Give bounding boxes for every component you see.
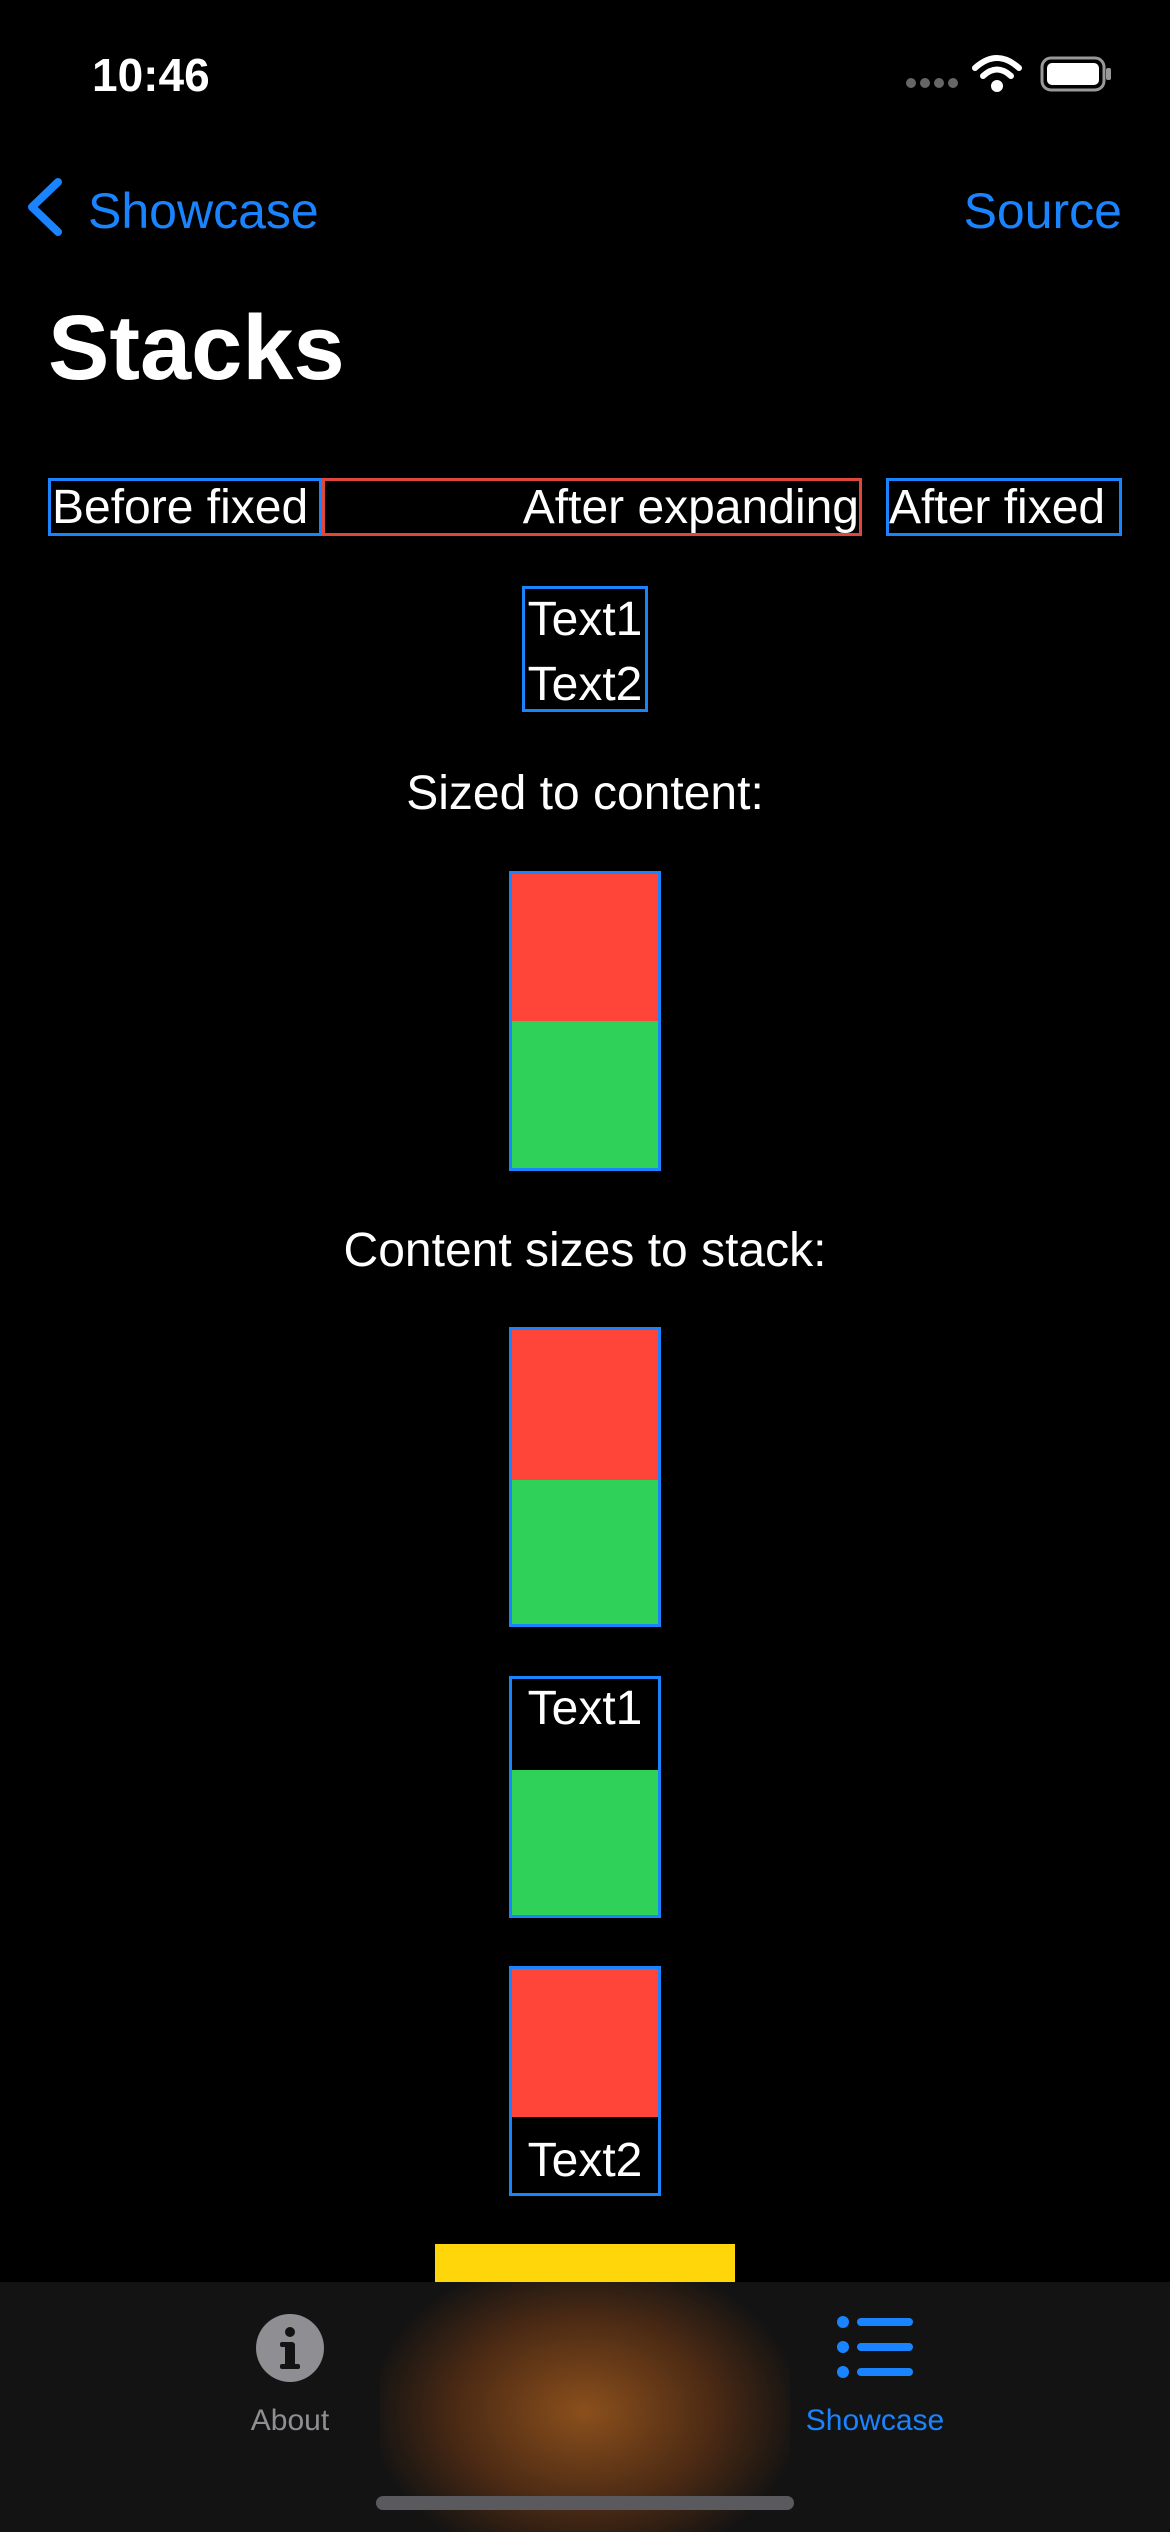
green-block	[512, 1021, 658, 1168]
content-sizes-to-stack-label: Content sizes to stack:	[343, 1224, 827, 1277]
green-block	[512, 1480, 658, 1624]
text1-label: Text1	[527, 593, 643, 646]
info-icon	[254, 2312, 326, 2384]
back-button[interactable]: Showcase	[24, 172, 344, 242]
text2-label: Text2	[527, 658, 643, 711]
red-block	[512, 874, 658, 1021]
after-fixed-text: After fixed	[886, 478, 1122, 536]
text1-label: Text1	[527, 1682, 643, 1735]
list-icon	[837, 2314, 913, 2380]
tab-about-label: About	[250, 2404, 330, 2437]
tab-showcase[interactable]: Showcase	[775, 2292, 975, 2442]
red-over-text-stack: Text2	[509, 1966, 661, 2196]
sized-to-content-stack	[509, 871, 661, 1171]
text-vstack: Text1 Text2	[522, 586, 648, 712]
sized-to-content-label: Sized to content:	[406, 767, 764, 820]
red-block	[512, 1969, 658, 2117]
content-sizes-stack	[509, 1327, 661, 1627]
home-indicator	[376, 2496, 794, 2510]
cellular-signal-icon	[905, 76, 961, 90]
after-expanding-text: After expanding	[322, 478, 862, 536]
chevron-left-icon	[24, 178, 64, 236]
tab-about[interactable]: About	[190, 2292, 390, 2442]
status-time: 10:46	[92, 49, 210, 101]
text-over-green-stack: Text1	[509, 1676, 661, 1918]
status-bar: 10:46	[0, 0, 1170, 140]
green-block	[512, 1770, 658, 1915]
battery-icon	[1040, 56, 1112, 92]
wifi-icon	[972, 54, 1022, 94]
red-block	[512, 1330, 658, 1480]
back-label: Showcase	[88, 183, 319, 239]
source-button[interactable]: Source	[964, 182, 1122, 240]
tab-showcase-label: Showcase	[805, 2404, 945, 2437]
yellow-block	[435, 2244, 735, 2284]
page-title: Stacks	[48, 297, 345, 399]
before-fixed-text: Before fixed	[48, 478, 322, 536]
text2-label: Text2	[527, 2134, 643, 2187]
tab-bar: About Showcase	[0, 2282, 1170, 2532]
tab-bar-glow	[380, 2282, 790, 2532]
